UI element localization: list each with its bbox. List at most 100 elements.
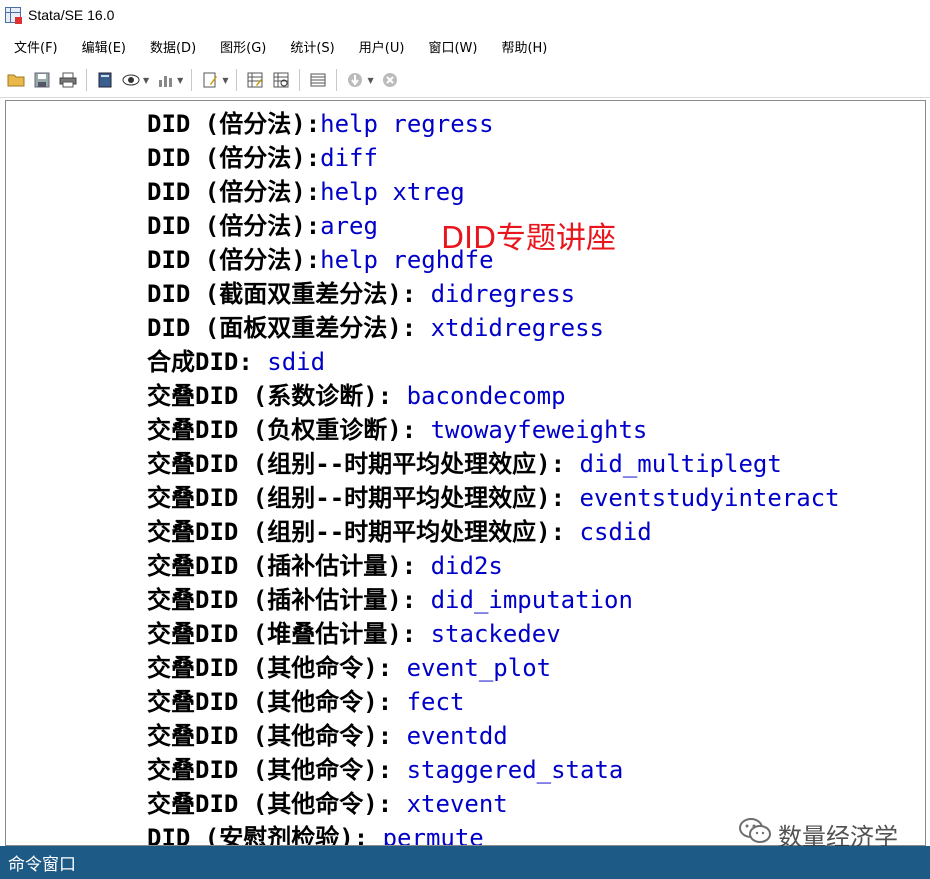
- result-label: DID (倍分法):: [147, 178, 321, 206]
- result-command-link[interactable]: fect: [392, 688, 465, 716]
- result-command-link[interactable]: diff: [320, 144, 378, 172]
- result-label: 交叠DID (插补估计量):: [147, 552, 417, 580]
- result-label: DID (倍分法):: [147, 212, 321, 240]
- command-window-bar[interactable]: 命令窗口: [0, 846, 930, 879]
- result-command-link[interactable]: staggered_stata: [392, 756, 624, 784]
- result-label: DID (倍分法):: [147, 246, 321, 274]
- result-line: 交叠DID (组别--时期平均处理效应): csdid: [147, 515, 652, 549]
- result-command-link[interactable]: eventdd: [392, 722, 508, 750]
- result-line: DID (倍分法):help xtreg: [147, 175, 465, 209]
- result-command-link[interactable]: xtdidregress: [416, 314, 604, 342]
- graph-icon[interactable]: [155, 70, 175, 90]
- result-command-link[interactable]: did2s: [416, 552, 503, 580]
- result-label: 合成DID:: [147, 348, 253, 376]
- result-line: DID (倍分法):diff: [147, 141, 378, 175]
- result-command-link[interactable]: sdid: [253, 348, 325, 376]
- result-label: DID (面板双重差分法):: [147, 314, 417, 342]
- result-line: DID (倍分法):areg: [147, 209, 378, 243]
- do-file-editor-icon[interactable]: [200, 70, 220, 90]
- result-line: 交叠DID (其他命令): xtevent: [147, 787, 508, 821]
- result-command-link[interactable]: did_multiplegt: [565, 450, 781, 478]
- result-command-link[interactable]: event_plot: [392, 654, 552, 682]
- command-window-label: 命令窗口: [8, 855, 76, 875]
- toolbar-separator: [86, 69, 87, 91]
- result-label: 交叠DID (其他命令):: [147, 722, 393, 750]
- menu-user[interactable]: 用户(U): [359, 35, 405, 58]
- result-label: DID (倍分法):: [147, 110, 321, 138]
- stop-icon[interactable]: [380, 70, 400, 90]
- result-label: 交叠DID (组别--时期平均处理效应):: [147, 484, 566, 512]
- result-label: 交叠DID (负权重诊断):: [147, 416, 417, 444]
- result-line: 交叠DID (其他命令): staggered_stata: [147, 753, 623, 787]
- result-line: 合成DID: sdid: [147, 345, 325, 379]
- toolbar-separator: [236, 69, 238, 91]
- log-icon[interactable]: [95, 70, 115, 90]
- result-line: DID (截面双重差分法): didregress: [147, 277, 575, 311]
- result-label: DID (截面双重差分法):: [147, 280, 417, 308]
- result-command-link[interactable]: bacondecomp: [392, 382, 566, 410]
- menu-file[interactable]: 文件(F): [14, 35, 58, 58]
- viewer-icon[interactable]: [121, 70, 141, 90]
- overlay-title: DID专题讲座: [441, 221, 617, 256]
- menu-edit[interactable]: 编辑(E): [82, 35, 126, 58]
- result-line: 交叠DID (插补估计量): did_imputation: [147, 583, 633, 617]
- result-label: DID (安慰剂检验):: [147, 824, 369, 846]
- result-line: 交叠DID (插补估计量): did2s: [147, 549, 503, 583]
- chevron-down-icon[interactable]: ▼: [367, 76, 373, 85]
- data-browser-icon[interactable]: [271, 70, 291, 90]
- result-line: 交叠DID (负权重诊断): twowayfeweights: [147, 413, 647, 447]
- result-command-link[interactable]: didregress: [416, 280, 576, 308]
- result-command-link[interactable]: areg: [320, 212, 378, 240]
- open-icon[interactable]: [6, 70, 26, 90]
- window-title: Stata/SE 16.0: [28, 7, 115, 23]
- results-window[interactable]: DID (倍分法):help regress DID (倍分法):diff DI…: [5, 100, 926, 846]
- menu-window[interactable]: 窗口(W): [428, 35, 477, 58]
- result-label: 交叠DID (组别--时期平均处理效应):: [147, 518, 566, 546]
- result-label: 交叠DID (插补估计量):: [147, 586, 417, 614]
- data-editor-icon[interactable]: [245, 70, 265, 90]
- toolbar-separator: [191, 69, 193, 91]
- chevron-down-icon[interactable]: ▼: [222, 76, 228, 85]
- print-icon[interactable]: [58, 70, 78, 90]
- result-label: 交叠DID (其他命令):: [147, 756, 393, 784]
- toolbar: ▼ ▼ ▼ ▼: [0, 63, 930, 98]
- result-label: 交叠DID (组别--时期平均处理效应):: [147, 450, 566, 478]
- result-label: 交叠DID (系数诊断):: [147, 382, 393, 410]
- result-command-link[interactable]: csdid: [565, 518, 651, 546]
- menu-help[interactable]: 帮助(H): [501, 35, 547, 58]
- menu-data[interactable]: 数据(D): [150, 35, 196, 58]
- result-command-link[interactable]: xtevent: [392, 790, 508, 818]
- result-command-link[interactable]: permute: [368, 824, 484, 845]
- result-command-link[interactable]: twowayfeweights: [416, 416, 648, 444]
- result-line: 交叠DID (其他命令): fect: [147, 685, 464, 719]
- toolbar-separator: [336, 69, 338, 91]
- result-line: DID (面板双重差分法): xtdidregress: [147, 311, 604, 345]
- break-icon[interactable]: [345, 70, 365, 90]
- menu-statistics[interactable]: 统计(S): [290, 35, 334, 58]
- result-command-link[interactable]: help regress: [320, 110, 493, 138]
- menu-bar: 文件(F) 编辑(E) 数据(D) 图形(G) 统计(S) 用户(U) 窗口(W…: [0, 32, 930, 60]
- result-label: 交叠DID (堆叠估计量):: [147, 620, 417, 648]
- result-line: 交叠DID (其他命令): event_plot: [147, 651, 551, 685]
- chevron-down-icon[interactable]: ▼: [177, 76, 183, 85]
- result-label: 交叠DID (其他命令):: [147, 790, 393, 818]
- result-line: DID (倍分法):help regress: [147, 107, 494, 141]
- toolbar-separator: [299, 69, 301, 91]
- result-line: 交叠DID (组别--时期平均处理效应): did_multiplegt: [147, 447, 782, 481]
- menu-graphics[interactable]: 图形(G): [220, 35, 266, 58]
- result-line: 交叠DID (系数诊断): bacondecomp: [147, 379, 566, 413]
- save-icon[interactable]: [32, 70, 52, 90]
- chevron-down-icon[interactable]: ▼: [143, 76, 149, 85]
- stata-app-icon: [5, 7, 22, 24]
- result-command-link[interactable]: stackedev: [416, 620, 561, 648]
- variables-manager-icon[interactable]: [308, 70, 328, 90]
- result-label: 交叠DID (其他命令):: [147, 688, 393, 716]
- result-line: 交叠DID (其他命令): eventdd: [147, 719, 508, 753]
- result-line: 交叠DID (堆叠估计量): stackedev: [147, 617, 561, 651]
- result-line: 交叠DID (组别--时期平均处理效应): eventstudyinteract: [147, 481, 840, 515]
- result-command-link[interactable]: help xtreg: [320, 178, 465, 206]
- result-line: DID (安慰剂检验): permute: [147, 821, 484, 846]
- result-command-link[interactable]: did_imputation: [416, 586, 633, 614]
- result-label: 交叠DID (其他命令):: [147, 654, 393, 682]
- result-command-link[interactable]: eventstudyinteract: [565, 484, 839, 512]
